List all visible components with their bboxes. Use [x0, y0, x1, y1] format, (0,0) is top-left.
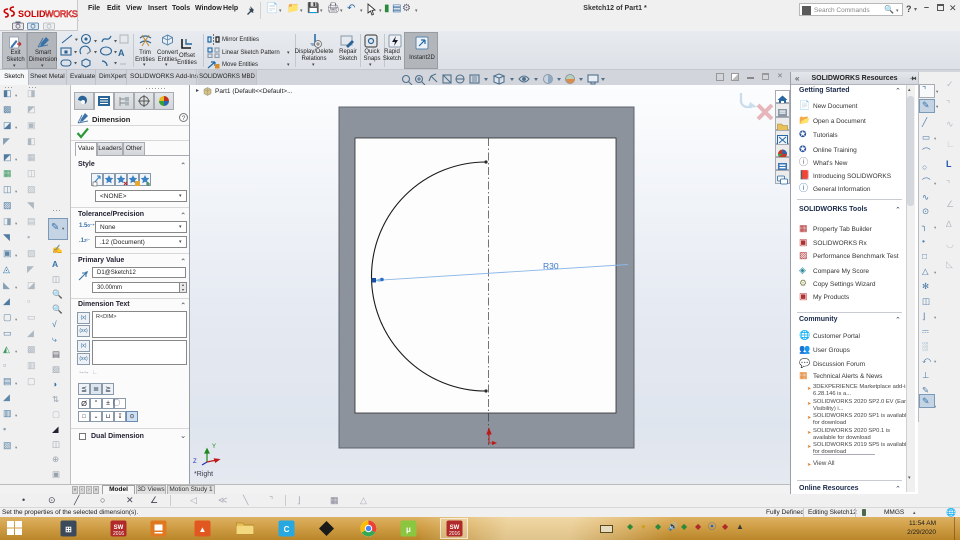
svg-text:SOLID: SOLID: [18, 9, 46, 19]
svg-text:A: A: [118, 48, 125, 58]
svg-text:R30: R30: [543, 261, 559, 271]
svg-text:μ: μ: [406, 525, 411, 534]
svg-text:C: C: [284, 525, 290, 534]
svg-text:WORKS: WORKS: [45, 9, 78, 19]
svg-text:Y: Y: [212, 444, 216, 450]
svg-text:2016: 2016: [449, 531, 460, 537]
svg-text:Z: Z: [193, 459, 197, 465]
svg-text:⊞: ⊞: [65, 525, 72, 534]
svg-text:▲: ▲: [199, 525, 207, 534]
svg-text:2016: 2016: [113, 531, 124, 537]
